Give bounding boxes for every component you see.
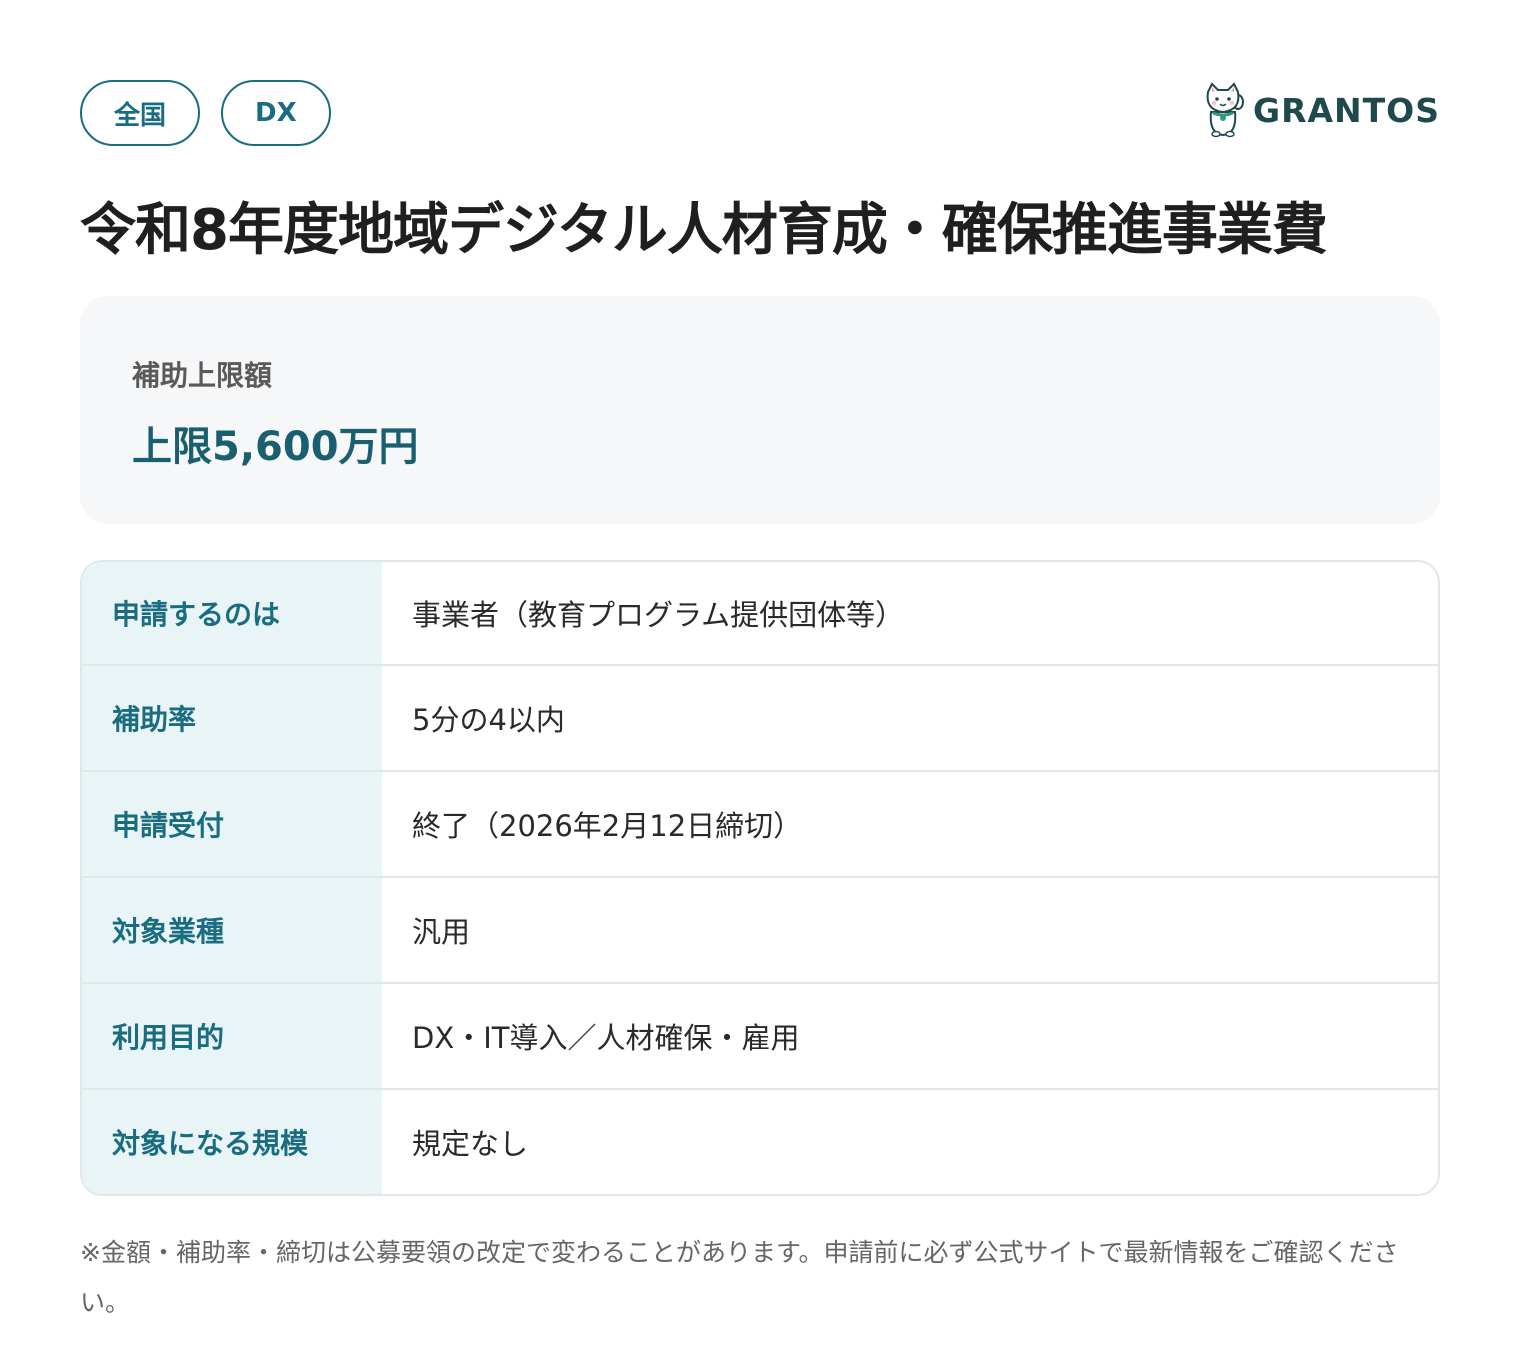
info-value: 規定なし: [412, 1126, 529, 1161]
info-key: 利用目的: [82, 983, 382, 1088]
info-key: 対象になる規模: [82, 1089, 382, 1194]
info-value: 5分の4以内: [412, 702, 565, 737]
info-row-industry: 対象業種 汎用: [82, 875, 1438, 982]
info-key: 対象業種: [82, 877, 382, 982]
page-title: 令和8年度地域デジタル人材育成・確保推進事業費: [80, 198, 1328, 263]
info-key: 申請するのは: [82, 561, 382, 664]
info-value: DX・IT導入／人材確保・雇用: [412, 1020, 800, 1055]
brand-name: GRANTOS: [1253, 90, 1440, 130]
info-value: 汎用: [412, 914, 471, 949]
brand-logo[interactable]: GRANTOS: [1203, 82, 1440, 138]
tag-region[interactable]: 全国: [80, 80, 201, 146]
info-table: 申請するのは 事業者（教育プログラム提供団体等） 補助率 5分の4以内 申請受付…: [80, 559, 1440, 1196]
info-row-scale: 対象になる規模 規定なし: [82, 1087, 1438, 1194]
amount-value: 上限5,600万円: [132, 423, 419, 470]
info-row-reception: 申請受付 終了（2026年2月12日締切）: [82, 769, 1438, 876]
info-row-purpose: 利用目的 DX・IT導入／人材確保・雇用: [82, 981, 1438, 1088]
tag-category[interactable]: DX: [221, 80, 331, 146]
subsidy-card: 全国 DX GRANTOS 令和8年度地域デジタル人材育成・確保推進事業費 補助…: [80, 80, 1440, 1353]
info-row-applicant: 申請するのは 事業者（教育プログラム提供団体等）: [82, 561, 1438, 664]
amount-card: 補助上限額 上限5,600万円: [80, 295, 1440, 524]
info-value: 事業者（教育プログラム提供団体等）: [412, 597, 905, 632]
info-key: 補助率: [82, 665, 382, 770]
lucky-cat-icon: [1203, 82, 1245, 138]
amount-label: 補助上限額: [132, 358, 273, 392]
info-row-rate: 補助率 5分の4以内: [82, 663, 1438, 770]
disclaimer-note: ※金額・補助率・締切は公募要領の改定で変わることがあります。申請前に必ず公式サイ…: [80, 1237, 1399, 1317]
header-row: 全国 DX GRANTOS: [80, 80, 1440, 150]
info-value: 終了（2026年2月12日締切）: [412, 808, 803, 843]
info-key: 申請受付: [82, 771, 382, 876]
